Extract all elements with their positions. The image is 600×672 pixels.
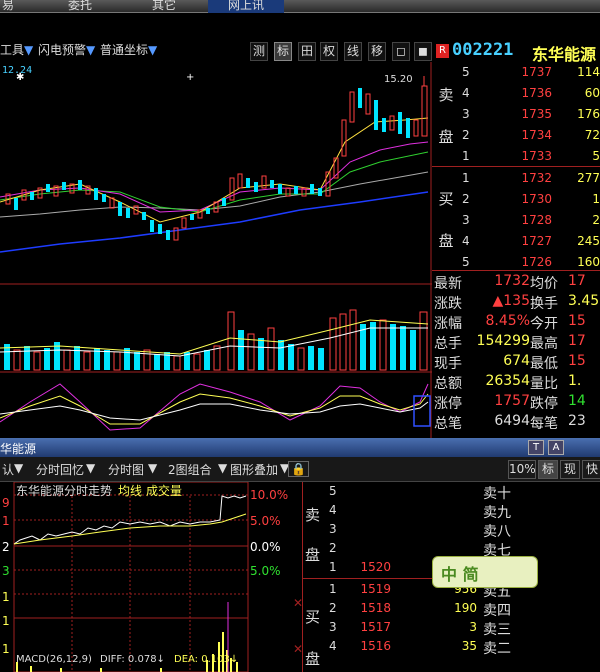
lock-icon[interactable]: 🔒 — [288, 461, 309, 477]
price-tick: 1 — [2, 614, 10, 628]
pct-label: 5.0% — [250, 514, 281, 528]
stock-code: 002221 — [452, 40, 514, 60]
close-icon[interactable]: ✕ — [293, 642, 303, 656]
avg-line-label: 均线 — [118, 484, 143, 498]
toolbar-button[interactable]: 标 — [274, 42, 292, 61]
flash-alert-menu[interactable]: 闪电预警▼ — [38, 42, 95, 59]
pin-icon[interactable]: T — [528, 440, 544, 455]
toolbar-button[interactable]: 移 — [368, 42, 386, 61]
buy-row[interactable]: 3 1728 2 — [460, 210, 600, 231]
quote-row: 总笔 6494 每笔 23 — [434, 413, 586, 432]
svg-text:✱: ✱ — [16, 72, 24, 83]
order-book: 卖 盘 买 盘 5 1737 114 4 1736 60 3 1735 176 2 1734 7… — [432, 62, 600, 270]
brand-logo: 中 简 — [432, 556, 538, 588]
coordinate-menu[interactable]: 普通坐标▼ — [100, 42, 157, 59]
price-tick: 3 — [2, 564, 10, 578]
r-badge: R — [436, 44, 449, 58]
order-row[interactable]: 4 1516 35 卖二 — [303, 637, 600, 657]
quote-row: 总手 154299 最高 17 — [434, 333, 586, 352]
window-title: 华能源 — [0, 442, 37, 456]
sell-side-label: 盘 — [438, 128, 454, 146]
price-tick: 2 — [2, 540, 10, 554]
sell-row[interactable]: 5 1737 114 — [460, 62, 600, 83]
menu-bar: 易 委托 其它 网上讯 — [0, 0, 600, 13]
tab-row: 认 ▼ 分时回忆 ▼ 分时图 ▼ 2图组合 ▼ 图形叠加 ▼ 🔒 10% 标 现 快 — [0, 457, 600, 482]
toolbar-button[interactable]: 田 — [298, 42, 316, 61]
pct-label: 10.0% — [250, 488, 289, 502]
order-row[interactable]: 2 1518 190 卖四 — [303, 599, 600, 619]
high-price-label: 15.20 — [384, 74, 413, 85]
order-row[interactable]: 3 卖八 — [303, 520, 600, 540]
intraday-chart[interactable]: 东华能源分时走势 均线 成交量 10.0% 5.0% 0.0% 5.0% 9 1… — [0, 482, 300, 672]
menu-item[interactable]: 易 — [2, 0, 14, 13]
buy-row[interactable]: 1 1732 277 — [460, 168, 600, 189]
order-row[interactable]: 4 卖九 — [303, 501, 600, 521]
macd-label: MACD(26,12,9) — [16, 654, 92, 665]
close-icon[interactable]: ✕ — [293, 596, 303, 610]
menu-item[interactable]: 其它 — [152, 0, 176, 13]
price-tick: 9 — [2, 496, 10, 510]
toolbar-button[interactable]: ◼ — [414, 42, 432, 61]
quote-row: 现手 674 最低 15 — [434, 353, 586, 372]
sell-row[interactable]: 1 1733 5 — [460, 146, 600, 167]
tab[interactable]: 分时图 — [108, 461, 144, 478]
right-tab[interactable]: 现 — [560, 460, 580, 479]
sell-row[interactable]: 2 1734 72 — [460, 125, 600, 146]
sell-row[interactable]: 3 1735 176 — [460, 104, 600, 125]
menu-item[interactable]: 委托 — [68, 0, 92, 13]
intraday-title: 东华能源分时走势 — [16, 484, 113, 498]
menu-item[interactable]: 网上讯 — [208, 0, 285, 13]
window-titlebar[interactable]: 华能源 T A — [0, 438, 600, 457]
quote-row: 涨跌 ▲135 换手 3.45 — [434, 293, 600, 312]
toolbar-button[interactable]: ◻ — [392, 42, 410, 61]
sell-row[interactable]: 4 1736 60 — [460, 83, 600, 104]
toolbar-button[interactable]: 测 — [250, 42, 268, 61]
pct-label: 5.0% — [250, 564, 281, 578]
sell-side-label: 卖 — [438, 86, 454, 104]
diff-label: DIFF: 0.078↓ — [100, 654, 165, 665]
maximize-icon[interactable]: A — [548, 440, 564, 455]
toolbar-button[interactable]: 权 — [320, 42, 338, 61]
quote-row: 最新 1732 均价 17 — [434, 273, 586, 292]
volume-label: 成交量 — [146, 484, 183, 498]
right-tab[interactable]: 标 — [538, 460, 558, 479]
quote-row: 涨幅 8.45% 今开 15 — [434, 313, 586, 332]
buy-row[interactable]: 2 1730 1 — [460, 189, 600, 210]
kline-chart[interactable]: 12.24 15.20 + ✱ — [0, 62, 432, 438]
price-tick: 1 — [2, 590, 10, 604]
price-tick: 1 — [2, 642, 10, 656]
quote-row: 总额 26354 量比 1. — [434, 373, 582, 392]
quote-panel: 最新 1732 均价 17 涨跌 ▲135 换手 3.45 涨幅 8.45% 今开 15 总手 15… — [432, 270, 600, 437]
quote-row: 涨停 1757 跌停 14 — [434, 393, 586, 412]
chart-toolbar: 工具▼ 闪电预警▼ 普通坐标▼ 测 标 田 权 线 移 ◻ ◼ — [0, 40, 432, 62]
order-row[interactable]: 3 1517 3 卖三 — [303, 618, 600, 638]
order-row[interactable]: 5 卖十 — [303, 482, 600, 502]
pct-label: 0.0% — [250, 540, 281, 554]
buy-side-label: 买 — [438, 190, 454, 208]
right-tab[interactable]: 10% — [508, 460, 536, 479]
buy-side-label: 盘 — [438, 232, 454, 250]
price-tick: 1 — [2, 514, 10, 528]
tab[interactable]: 图形叠加 — [230, 461, 278, 478]
tab[interactable]: 认 — [2, 461, 14, 478]
tool-menu[interactable]: 工具▼ — [0, 42, 33, 59]
dea-label: DEA: 0.103↓ — [174, 654, 239, 665]
toolbar-button[interactable]: 线 — [344, 42, 362, 61]
buy-row[interactable]: 4 1727 245 — [460, 231, 600, 252]
right-tab[interactable]: 快 — [582, 460, 600, 479]
svg-text:+: + — [186, 72, 194, 83]
tab[interactable]: 分时回忆 — [36, 461, 84, 478]
stock-header: R 002221 东华能源 — [432, 40, 600, 64]
tab[interactable]: 2图组合 — [168, 461, 212, 478]
